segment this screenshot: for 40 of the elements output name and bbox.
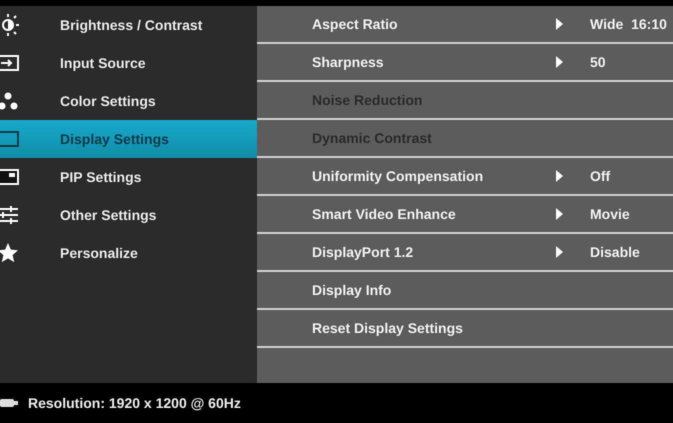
setting-value: Disable: [590, 244, 640, 260]
setting-value: Off: [590, 168, 610, 184]
setting-row[interactable]: Display Info: [257, 272, 673, 310]
setting-value: Wide 16:10: [590, 16, 667, 32]
menu-item[interactable]: Other Settings: [0, 196, 257, 234]
triangle-icon: [556, 18, 563, 30]
setting-row[interactable]: Aspect Ratio Wide 16:10: [257, 6, 673, 44]
picture-in-picture-icon: [0, 166, 19, 188]
setting-label: Aspect Ratio: [312, 16, 399, 32]
input-arrow-icon: [0, 52, 19, 74]
resolution-text: Resolution: 1920 x 1200 @ 60Hz: [28, 395, 241, 411]
triangle-icon: [556, 170, 563, 182]
triangle-icon: [556, 208, 563, 220]
setting-row[interactable]: Sharpness 50: [257, 44, 673, 82]
setting-row[interactable]: Smart Video Enhance Movie: [257, 196, 673, 234]
connector-icon: [0, 399, 18, 407]
setting-label: DisplayPort 1.2: [312, 244, 414, 260]
sliders-icon: [0, 204, 19, 226]
menu-item[interactable]: Brightness / Contrast: [0, 6, 257, 44]
setting-value: Movie: [590, 206, 630, 222]
menu-item[interactable]: Input Source: [0, 44, 257, 82]
setting-label: Uniformity Compensation: [312, 168, 484, 184]
setting-value: 50: [590, 54, 606, 70]
triangle-icon: [556, 56, 563, 68]
menu-item[interactable]: PIP Settings: [0, 158, 257, 196]
menu-item[interactable]: Display Settings: [0, 120, 257, 158]
setting-row[interactable]: Uniformity Compensation Off: [257, 158, 673, 196]
setting-label: Display Info: [312, 282, 392, 298]
triangle-icon: [556, 246, 563, 258]
setting-label: Reset Display Settings: [312, 320, 464, 336]
menu-item[interactable]: Color Settings: [0, 82, 257, 120]
brightness-icon: [0, 14, 19, 36]
setting-label: Smart Video Enhance: [312, 206, 457, 222]
three-dots-icon: [0, 90, 19, 112]
setting-row[interactable]: Reset Display Settings: [257, 310, 673, 348]
setting-row[interactable]: DisplayPort 1.2 Disable: [257, 234, 673, 272]
menu-item[interactable]: Personalize: [0, 234, 257, 272]
star-icon: [0, 242, 19, 264]
setting-label: Sharpness: [312, 54, 385, 70]
monitor-icon: [0, 128, 19, 150]
